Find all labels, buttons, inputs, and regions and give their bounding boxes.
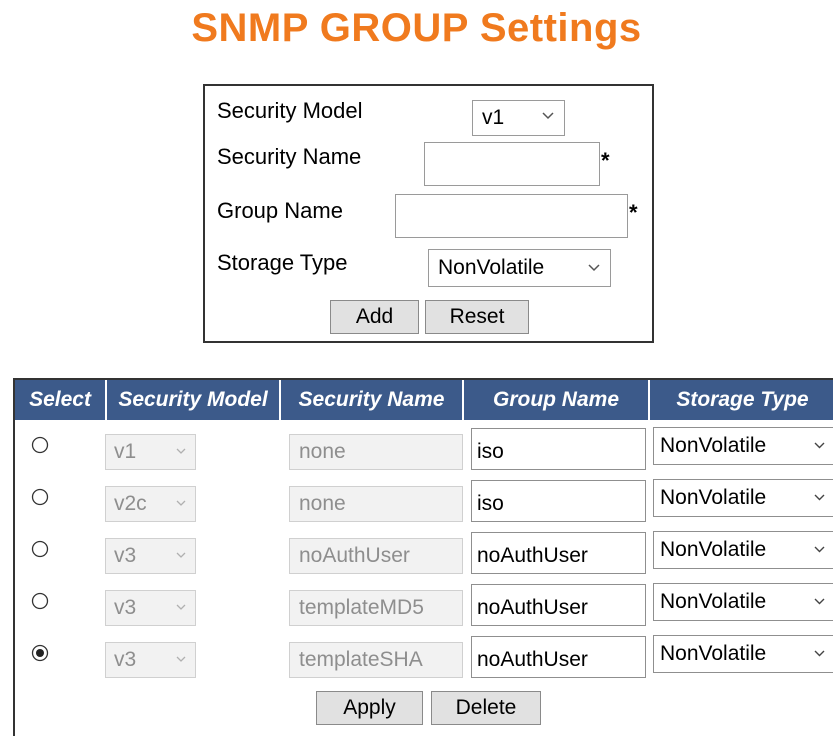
row-storage-type-value: NonVolatile — [660, 538, 767, 561]
row-storage-type-select[interactable]: NonVolatile — [653, 427, 833, 465]
row-security-name: templateSHA — [289, 642, 463, 678]
required-mark: * — [601, 148, 610, 173]
row-security-model-select: v3 — [105, 538, 196, 574]
row-security-model-value: v1 — [114, 440, 137, 463]
row-group-name-input[interactable]: iso — [471, 480, 646, 522]
chevron-down-icon — [176, 500, 186, 506]
security-model-label: Security Model — [217, 98, 363, 123]
row-security-model-value: v3 — [114, 544, 137, 567]
chevron-down-icon — [176, 656, 186, 662]
chevron-down-icon — [588, 264, 600, 272]
snmp-group-form: Security Model v1 Security Name * Group … — [203, 84, 654, 343]
chevron-down-icon — [542, 112, 554, 120]
storage-type-value: NonVolatile — [438, 256, 545, 279]
snmp-group-table: Select Security Model Security Name Grou… — [13, 378, 833, 736]
row-group-name-input[interactable]: noAuthUser — [471, 636, 646, 678]
row-security-name: none — [289, 486, 463, 522]
required-mark: * — [629, 200, 638, 225]
chevron-down-icon — [814, 650, 825, 657]
row-security-model-value: v3 — [114, 648, 137, 671]
security-model-select[interactable]: v1 — [472, 100, 565, 136]
row-group-name-input[interactable]: noAuthUser — [471, 532, 646, 574]
storage-type-select[interactable]: NonVolatile — [428, 249, 611, 287]
group-name-label: Group Name — [217, 198, 343, 223]
row-security-model-value: v3 — [114, 596, 137, 619]
radio-unchecked-icon[interactable] — [31, 592, 49, 610]
apply-button[interactable]: Apply — [316, 691, 423, 725]
page-title: SNMP GROUP Settings — [191, 6, 642, 50]
radio-unchecked-icon[interactable] — [31, 436, 49, 454]
row-storage-type-value: NonVolatile — [660, 642, 767, 665]
row-storage-type-value: NonVolatile — [660, 486, 767, 509]
row-storage-type-select[interactable]: NonVolatile — [653, 583, 833, 621]
row-storage-type-value: NonVolatile — [660, 590, 767, 613]
security-name-label: Security Name — [217, 144, 362, 169]
add-button[interactable]: Add — [330, 300, 419, 334]
chevron-down-icon — [176, 604, 186, 610]
security-name-input[interactable] — [424, 142, 600, 186]
column-header-security-name: Security Name — [281, 380, 464, 420]
column-header-group-name: Group Name — [464, 380, 650, 420]
row-security-name: noAuthUser — [289, 538, 463, 574]
column-header-security-model: Security Model — [107, 380, 281, 420]
row-security-name: none — [289, 434, 463, 470]
reset-button[interactable]: Reset — [425, 300, 529, 334]
chevron-down-icon — [176, 448, 186, 454]
row-security-name: templateMD5 — [289, 590, 463, 626]
column-header-select: Select — [15, 380, 107, 420]
storage-type-label: Storage Type — [217, 250, 348, 275]
group-name-input[interactable] — [395, 194, 628, 238]
security-model-value: v1 — [482, 106, 505, 129]
row-security-model-select: v3 — [105, 642, 196, 678]
row-storage-type-select[interactable]: NonVolatile — [653, 635, 833, 673]
row-security-model-select: v3 — [105, 590, 196, 626]
row-storage-type-select[interactable]: NonVolatile — [653, 479, 833, 517]
row-group-name-input[interactable]: noAuthUser — [471, 584, 646, 626]
column-header-storage-type: Storage Type — [650, 380, 833, 420]
radio-checked-icon[interactable] — [31, 644, 49, 662]
row-security-model-value: v2c — [114, 492, 147, 515]
radio-unchecked-icon[interactable] — [31, 488, 49, 506]
row-storage-type-select[interactable]: NonVolatile — [653, 531, 833, 569]
chevron-down-icon — [814, 494, 825, 501]
row-security-model-select: v1 — [105, 434, 196, 470]
chevron-down-icon — [814, 442, 825, 449]
chevron-down-icon — [814, 546, 825, 553]
chevron-down-icon — [176, 552, 186, 558]
chevron-down-icon — [814, 598, 825, 605]
row-group-name-input[interactable]: iso — [471, 428, 646, 470]
radio-unchecked-icon[interactable] — [31, 540, 49, 558]
row-security-model-select: v2c — [105, 486, 196, 522]
delete-button[interactable]: Delete — [431, 691, 541, 725]
row-storage-type-value: NonVolatile — [660, 434, 767, 457]
